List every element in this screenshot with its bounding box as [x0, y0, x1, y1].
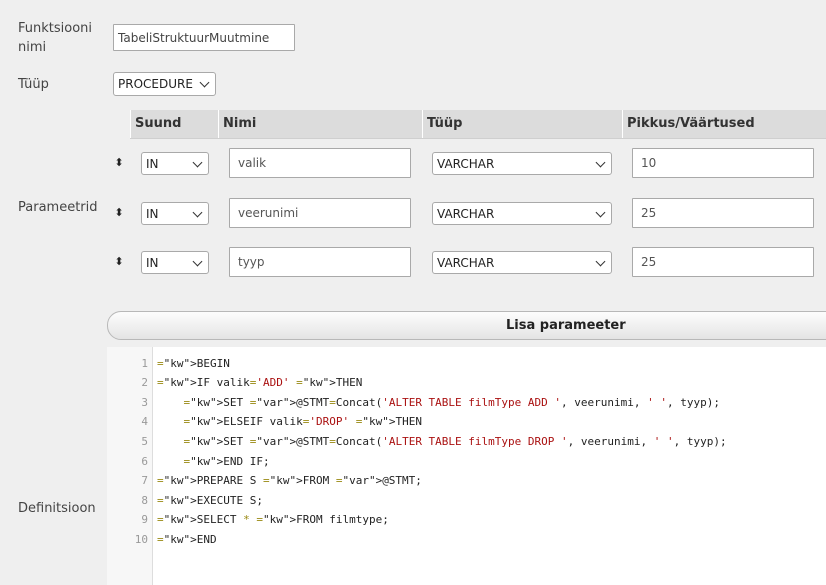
function-name-value: TabeliStruktuurMuutmine [118, 30, 270, 45]
code-line: ="kw">IF valik='ADD' ="kw">THEN [157, 376, 363, 389]
param-direction-select[interactable]: IN [141, 152, 209, 175]
code-line: ="kw">END IF; [183, 455, 270, 468]
header-length: Pikkus/Väärtused [622, 110, 826, 138]
code-line: ="kw">ELSEIF valik='DROP' ="kw">THEN [183, 415, 422, 428]
header-direction: Suund [130, 110, 218, 138]
definition-label: Definitsioon [18, 501, 96, 516]
param-length-input[interactable]: 25 [632, 247, 814, 277]
code-line: ="kw">EXECUTE S; [157, 494, 263, 507]
drag-handle-icon[interactable]: ⬍ [114, 156, 124, 169]
params-table-header: Suund Nimi Tüüp Pikkus/Väärtused [130, 110, 826, 139]
code-line: ="kw">BEGIN [157, 357, 230, 370]
param-type-select[interactable]: VARCHAR [432, 202, 612, 225]
param-direction-value: IN [146, 206, 159, 221]
code-line: ="kw">SET ="var">@STMT=Concat('ALTER TAB… [183, 396, 720, 409]
type-select-value: PROCEDURE [118, 77, 193, 91]
param-direction-value: IN [146, 156, 159, 171]
param-length-input[interactable]: 25 [632, 198, 814, 228]
param-length-input[interactable]: 10 [632, 148, 814, 178]
param-direction-value: IN [146, 255, 159, 270]
line-number: 3 [141, 396, 148, 409]
param-name-input[interactable]: tyyp [229, 247, 411, 277]
param-direction-select[interactable]: IN [141, 202, 209, 225]
line-number: 8 [141, 494, 148, 507]
function-name-label: Funktsiooni nimi [18, 21, 93, 55]
function-name-input[interactable]: TabeliStruktuurMuutmine [113, 24, 295, 51]
chevron-down-icon [595, 256, 606, 266]
chevron-down-icon [192, 207, 203, 217]
line-number: 9 [141, 513, 148, 526]
param-length-value: 25 [641, 206, 657, 220]
param-name-value: tyyp [238, 255, 265, 269]
line-number: 4 [141, 415, 148, 428]
line-number: 1 [141, 357, 148, 370]
code-line: ="kw">END [157, 533, 217, 546]
drag-handle-icon[interactable]: ⬍ [114, 206, 124, 219]
definition-code-editor[interactable]: 1 2 3 4 5 6 7 8 9 10 ="kw">BEGIN ="kw">I… [107, 347, 826, 585]
line-number: 10 [134, 533, 148, 546]
chevron-down-icon [595, 207, 606, 217]
type-select[interactable]: PROCEDURE [113, 72, 216, 96]
drag-handle-icon[interactable]: ⬍ [114, 255, 124, 268]
param-type-value: VARCHAR [437, 156, 495, 171]
param-type-value: VARCHAR [437, 206, 495, 221]
chevron-down-icon [192, 157, 203, 167]
line-number: 6 [141, 455, 148, 468]
chevron-down-icon [595, 157, 606, 167]
header-name: Nimi [218, 110, 423, 138]
param-name-input[interactable]: veerunimi [229, 198, 411, 228]
line-number: 5 [141, 435, 148, 448]
param-type-select[interactable]: VARCHAR [432, 152, 612, 175]
param-type-value: VARCHAR [437, 255, 495, 270]
add-parameter-label: Lisa parameeter [506, 318, 626, 333]
line-number-gutter: 1 2 3 4 5 6 7 8 9 10 [107, 347, 153, 585]
param-type-select[interactable]: VARCHAR [432, 251, 612, 274]
param-name-input[interactable]: valik [229, 148, 411, 178]
header-type: Tüüp [422, 110, 622, 138]
line-number: 2 [141, 376, 148, 389]
chevron-down-icon [192, 256, 203, 266]
code-line: ="kw">SET ="var">@STMT=Concat('ALTER TAB… [183, 435, 727, 448]
chevron-down-icon [199, 77, 210, 88]
param-name-value: veerunimi [238, 206, 299, 220]
type-label: Tüüp [18, 77, 49, 92]
param-length-value: 10 [641, 156, 657, 170]
param-length-value: 25 [641, 255, 657, 269]
param-direction-select[interactable]: IN [141, 251, 209, 274]
param-name-value: valik [238, 156, 267, 170]
add-parameter-button[interactable]: Lisa parameeter [107, 311, 826, 340]
line-number: 7 [141, 474, 148, 487]
code-line: ="kw">PREPARE S ="kw">FROM ="var">@STMT; [157, 474, 422, 487]
parameters-label: Parameetrid [18, 200, 98, 215]
code-line: ="kw">SELECT * ="kw">FROM filmtype; [157, 513, 389, 526]
